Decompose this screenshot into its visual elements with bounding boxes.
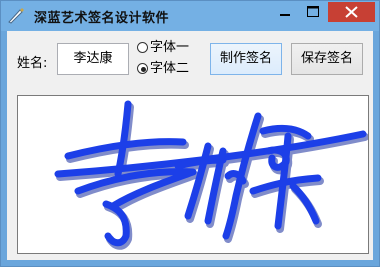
title-bar[interactable]: 深蓝艺术签名设计软件: [1, 1, 379, 31]
client-area: 姓名: 李达康 字体一 字体二 制作签名 保存签名: [7, 31, 373, 260]
signature-canvas: [17, 95, 369, 254]
window-title: 深蓝艺术签名设计软件: [34, 11, 170, 26]
minimize-button[interactable]: [271, 2, 299, 22]
pen-icon: [7, 7, 25, 25]
close-button[interactable]: [328, 2, 375, 22]
name-input[interactable]: 李达康: [57, 43, 129, 75]
radio-unchecked-icon[interactable]: [137, 42, 148, 53]
make-signature-button[interactable]: 制作签名: [210, 43, 282, 75]
maximize-button[interactable]: [299, 2, 327, 22]
signature-image: [54, 100, 368, 250]
save-signature-button[interactable]: 保存签名: [291, 43, 363, 75]
name-label: 姓名:: [17, 56, 48, 71]
app-window: 深蓝艺术签名设计软件 姓名: 李达康 字体一 字体二 制作签名 保存签名: [0, 0, 380, 267]
radio-checked-icon[interactable]: [137, 63, 148, 74]
